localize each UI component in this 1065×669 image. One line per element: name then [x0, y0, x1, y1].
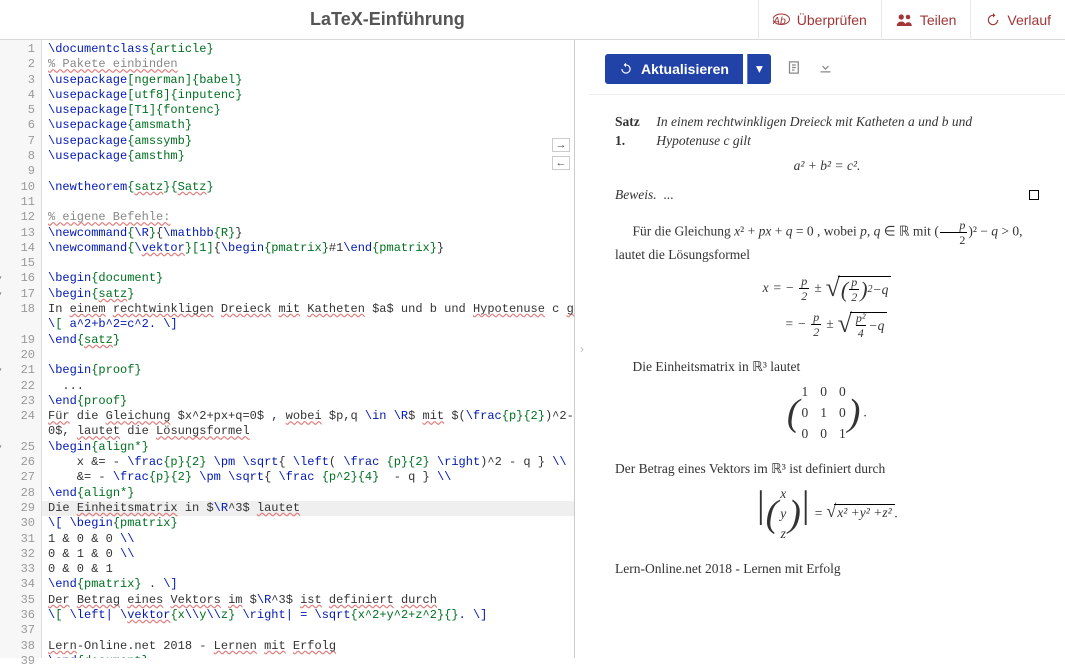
spellcheck-icon: Ab	[773, 13, 791, 27]
vector-norm: |(xyz)| = √x² + y² + z².	[615, 485, 1039, 544]
footer-text: Lern-Online.net 2018 - Lernen mit Erfolg	[615, 560, 1039, 579]
project-title[interactable]: LaTeX-Einführung	[17, 9, 758, 30]
topbar: LaTeX-Einführung Ab Überprüfen Teilen Ve…	[0, 0, 1065, 40]
editor-nav-arrows: → ←	[552, 138, 570, 170]
theorem-text: In einem rechtwinkligen Dreieck mit Kath…	[656, 113, 1039, 151]
review-button[interactable]: Ab Überprüfen	[758, 0, 881, 40]
paragraph-vector: Der Betrag eines Vektors im ℝ³ ist defin…	[615, 460, 1039, 479]
refresh-icon	[619, 62, 633, 76]
identity-matrix: (100010001) .	[615, 383, 1039, 444]
align-block: x = −p2 ± √(p2)2 − q = −p2 ± √p²4 − q	[615, 270, 1039, 342]
history-button[interactable]: Verlauf	[970, 0, 1065, 40]
chevron-right-icon: ›	[580, 342, 584, 356]
code-editor[interactable]: \documentclass{article}% Pakete einbinde…	[42, 40, 574, 658]
pdf-preview[interactable]: Satz 1.In einem rechtwinkligen Dreieck m…	[589, 94, 1065, 658]
nav-left-icon[interactable]: ←	[552, 156, 570, 170]
download-icon[interactable]	[818, 60, 833, 79]
share-button[interactable]: Teilen	[881, 0, 971, 40]
logs-icon[interactable]	[787, 60, 802, 79]
theorem-formula: a² + b² = c².	[615, 157, 1039, 176]
refresh-dropdown[interactable]: ▾	[747, 54, 771, 84]
svg-text:Ab: Ab	[773, 14, 786, 26]
history-icon	[985, 13, 1001, 27]
paragraph-matrix: Die Einheitsmatrix in ℝ³ lautet	[615, 358, 1039, 377]
theorem-label: Satz 1.	[615, 113, 650, 151]
refresh-button[interactable]: Aktualisieren	[605, 54, 743, 84]
line-gutter: 12345678910111213141516▾17▾18 192021▾222…	[0, 40, 42, 658]
preview-pane: Aktualisieren ▾ Satz 1.In einem rechtwin…	[589, 40, 1065, 658]
qed-box	[1029, 190, 1039, 200]
pane-splitter[interactable]: ›	[575, 40, 589, 658]
proof-label: Beweis.	[615, 187, 657, 202]
editor-pane[interactable]: 12345678910111213141516▾17▾18 192021▾222…	[0, 40, 575, 658]
people-icon	[896, 13, 914, 27]
nav-right-icon[interactable]: →	[552, 138, 570, 152]
paragraph-equation: Für die Gleichung x² + px + q = 0 , wobe…	[615, 219, 1039, 265]
